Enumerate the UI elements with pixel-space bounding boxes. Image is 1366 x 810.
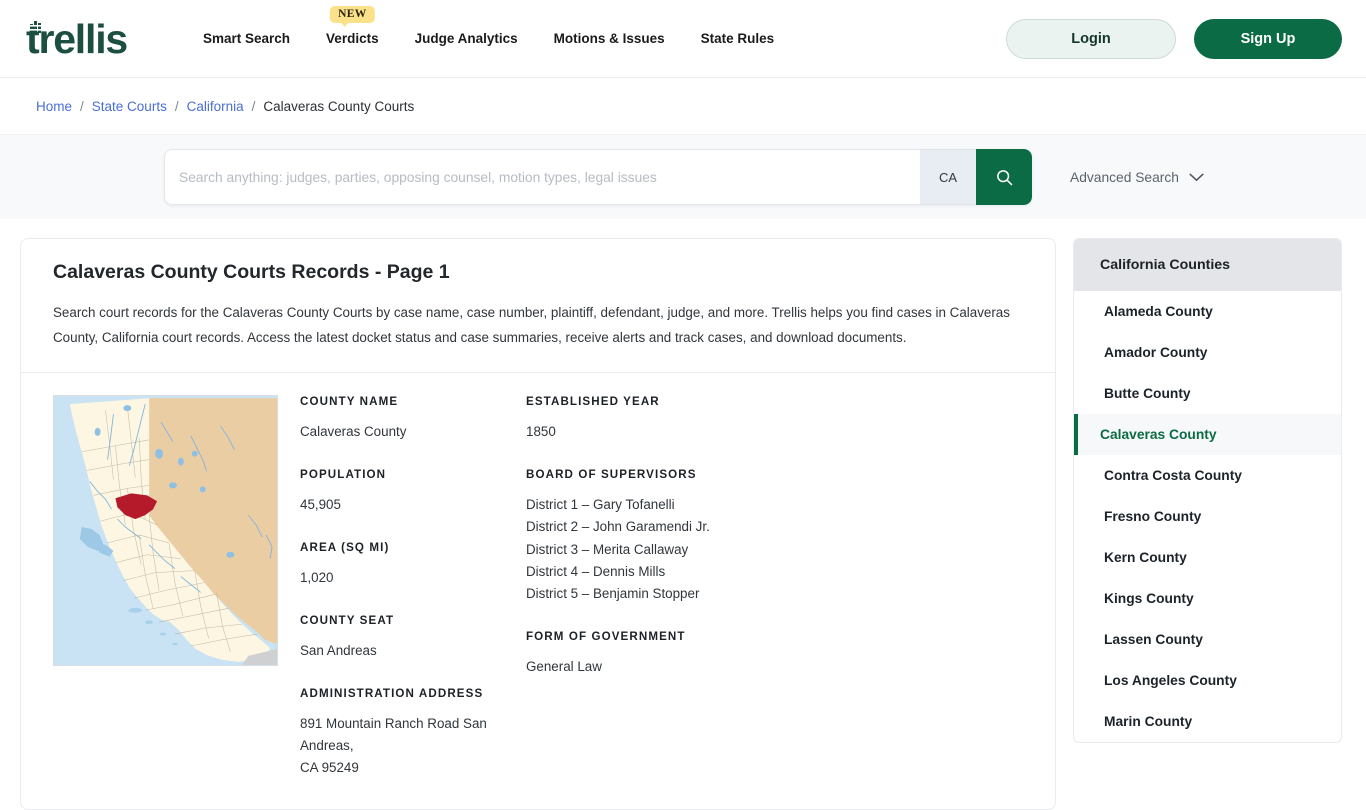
sidebar-item-contra-costa-county[interactable]: Contra Costa County [1074,455,1341,496]
page-body: Calaveras County Courts Records - Page 1… [0,219,1366,810]
nav-item-smart-search[interactable]: Smart Search [185,31,308,46]
page-title: Calaveras County Courts Records - Page 1 [53,261,450,283]
nav-label: Judge Analytics [414,31,518,46]
sidebar-item-butte-county[interactable]: Butte County [1074,373,1341,414]
sign-up-button[interactable]: Sign Up [1194,18,1342,59]
nav-label: Smart Search [203,31,291,46]
field-value: Calaveras County [300,424,407,439]
field-label: COUNTY NAME [300,395,399,408]
search-input[interactable] [164,149,920,205]
county-records-card: Calaveras County Courts Records - Page 1… [20,238,1056,810]
county-details: COUNTY NAME Calaveras County POPULATION … [21,373,1055,809]
field-label: FORM OF GOVERNMENT [526,630,686,644]
field-label: POPULATION [300,468,387,481]
breadcrumb-separator: / [174,98,179,114]
list-item: District 5 – Benjamin Stopper [526,586,700,602]
login-button[interactable]: Login [1006,18,1176,59]
sidebar-item-marin-county[interactable]: Marin County [1074,701,1341,742]
header-actions: Login Sign Up [1006,18,1342,59]
field-value: 1,020 [300,570,334,585]
sidebar-item-amador-county[interactable]: Amador County [1074,332,1341,373]
breadcrumb-item-state-courts[interactable]: State Courts [92,99,167,114]
field-value: General Law [526,659,602,675]
field-county-name: COUNTY NAME Calaveras County [300,395,526,443]
sidebar-title: California Counties [1074,239,1341,291]
field-form-of-government: FORM OF GOVERNMENT General Law [526,630,846,678]
field-population: POPULATION 45,905 [300,468,526,516]
county-fields: COUNTY NAME Calaveras County POPULATION … [300,395,1023,779]
field-county-seat: COUNTY SEAT San Andreas [300,614,526,662]
field-label: AREA (SQ MI) [300,541,390,554]
sidebar-item-kings-county[interactable]: Kings County [1074,578,1341,619]
advanced-search-label: Advanced Search [1070,169,1179,185]
nav-item-judge-analytics[interactable]: Judge Analytics [397,31,536,46]
california-locator-map-icon [54,396,277,665]
field-value-line1: 891 Mountain Ranch Road San Andreas, [300,716,487,753]
list-item: District 2 – John Garamendi Jr. [526,519,710,535]
chevron-down-icon [1189,173,1204,181]
nav-item-verdicts[interactable]: NEW Verdicts [308,6,397,46]
nav-label: State Rules [700,31,775,46]
search-bar: CA [164,149,1032,205]
state-selector[interactable]: CA [920,149,976,205]
search-icon [996,169,1012,185]
board-members-list: District 1 – Gary Tofanelli District 2 –… [526,494,846,605]
sidebar-item-kern-county[interactable]: Kern County [1074,537,1341,578]
nav-item-state-rules[interactable]: State Rules [683,31,793,46]
logo[interactable]: trellis [26,18,128,59]
sidebar-county-list: Alameda County Amador County Butte Count… [1074,291,1341,742]
field-label: ESTABLISHED YEAR [526,395,660,408]
field-label: ADMINISTRATION ADDRESS [300,687,484,700]
sidebar-item-alameda-county[interactable]: Alameda County [1074,291,1341,332]
sidebar-item-lassen-county[interactable]: Lassen County [1074,619,1341,660]
field-area: AREA (SQ MI) 1,020 [300,541,526,589]
field-value-line2: CA 95249 [300,760,359,775]
main-navigation: Smart Search NEW Verdicts Judge Analytic… [185,6,793,46]
nav-label: Verdicts [326,31,379,46]
nav-item-motions-and-issues[interactable]: Motions & Issues [536,31,683,46]
breadcrumb-separator: / [80,98,84,114]
advanced-search-toggle[interactable]: Advanced Search [1070,170,1204,185]
new-badge: NEW [330,6,375,27]
breadcrumb-separator: / [251,98,256,114]
breadcrumb-item-home[interactable]: Home [36,99,72,114]
trellis-logo-mark-icon [30,20,41,33]
list-item: District 3 – Merita Callaway [526,541,689,557]
breadcrumb-item-current: Calaveras County Courts [263,98,415,114]
search-button[interactable] [976,149,1032,205]
field-value: 1850 [526,424,556,439]
sidebar-item-fresno-county[interactable]: Fresno County [1074,496,1341,537]
county-fields-column-2: ESTABLISHED YEAR 1850 BOARD OF SUPERVISO… [526,395,846,779]
search-band: CA Advanced Search [0,134,1366,219]
sidebar-item-los-angeles-county[interactable]: Los Angeles County [1074,660,1341,701]
list-item: District 1 – Gary Tofanelli [526,497,675,512]
field-value: San Andreas [300,643,377,658]
breadcrumb: Home / State Courts / California / Calav… [0,78,1366,134]
field-board-of-supervisors: BOARD OF SUPERVISORS District 1 – Gary T… [526,468,846,605]
california-map-thumbnail [53,395,278,666]
page-description: Search court records for the Calaveras C… [53,305,1010,345]
breadcrumb-item-california[interactable]: California [187,99,244,114]
field-value: 45,905 [300,497,341,512]
sidebar-item-calaveras-county[interactable]: Calaveras County [1074,414,1341,455]
field-label: COUNTY SEAT [300,614,395,627]
field-established-year: ESTABLISHED YEAR 1850 [526,395,846,443]
card-intro: Calaveras County Courts Records - Page 1… [21,239,1055,372]
site-header: trellis Smart Search NEW Verdicts Judge … [0,0,1366,78]
list-item: District 4 – Dennis Mills [526,563,666,579]
nav-label: Motions & Issues [553,31,665,46]
field-label: BOARD OF SUPERVISORS [526,468,697,481]
county-fields-column-1: COUNTY NAME Calaveras County POPULATION … [300,395,526,779]
field-administration-address: ADMINISTRATION ADDRESS 891 Mountain Ranc… [300,687,526,779]
california-counties-sidebar: California Counties Alameda County Amado… [1073,238,1342,743]
